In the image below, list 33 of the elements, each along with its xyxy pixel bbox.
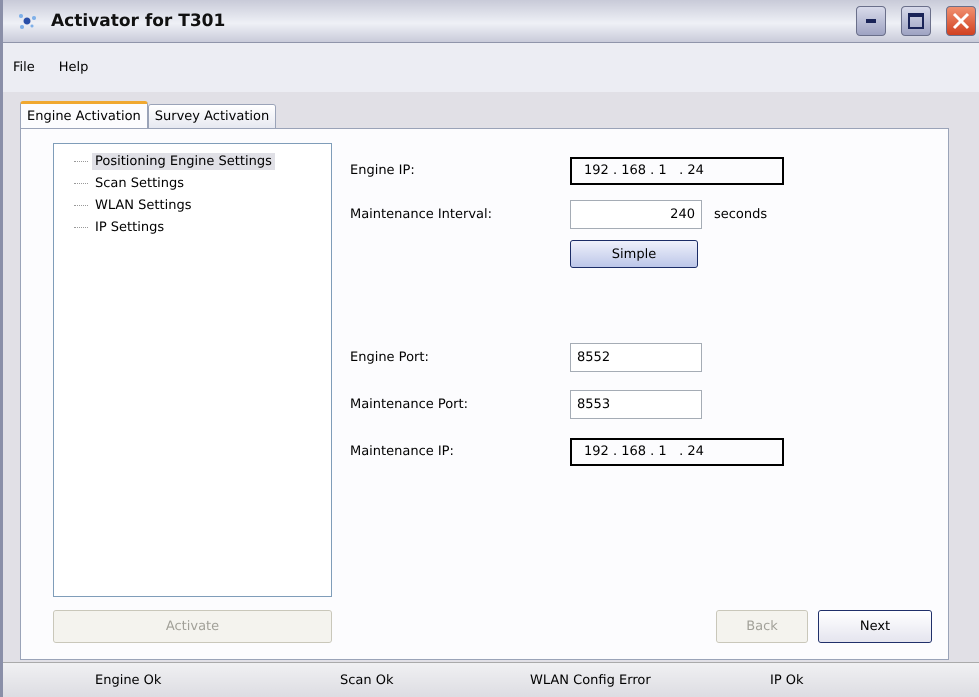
maximize-icon — [908, 13, 924, 29]
menu-item[interactable]: Help — [58, 60, 88, 75]
field-label: Maintenance IP: — [350, 444, 455, 459]
unit-label: seconds — [714, 206, 768, 222]
ip-address-field[interactable]: 192 . 168 . 1 . 24 — [570, 156, 784, 184]
window-title: Activator for T301 — [51, 11, 226, 31]
menu-item[interactable]: File — [13, 60, 35, 75]
status-text: WLAN Config Error — [530, 672, 652, 688]
tab[interactable]: Survey Activation — [148, 104, 276, 128]
tree-item[interactable]: WLAN Settings — [92, 196, 194, 214]
status-text: Engine Ok — [95, 672, 162, 688]
input-field[interactable]: 8552 — [570, 343, 702, 372]
input-field[interactable]: 240 — [570, 200, 702, 228]
status-text: Scan Ok — [340, 672, 394, 688]
field-label: Engine Port: — [350, 350, 430, 365]
minimize-button[interactable] — [856, 6, 886, 36]
maximize-button[interactable] — [901, 6, 931, 36]
minimize-icon — [866, 19, 876, 23]
tab[interactable]: Engine Activation — [20, 101, 148, 128]
app-logo-icon — [17, 12, 39, 30]
close-button[interactable] — [946, 6, 976, 36]
field-label: Engine IP: — [350, 163, 416, 178]
tree-item[interactable]: IP Settings — [92, 218, 168, 236]
tree-item[interactable]: Positioning Engine Settings — [92, 152, 275, 170]
next-button[interactable]: Next — [818, 610, 932, 643]
field-label: Maintenance Interval: — [350, 206, 494, 222]
field-label: Maintenance Port: — [350, 397, 470, 412]
tree-item[interactable]: Scan Settings — [92, 174, 188, 192]
simple-button[interactable]: Simple — [570, 240, 698, 268]
ip-address-field[interactable]: 192 . 168 . 1 . 24 — [570, 438, 784, 466]
close-icon — [952, 12, 970, 30]
input-field[interactable]: 8553 — [570, 390, 702, 419]
status-text: IP Ok — [770, 672, 805, 688]
